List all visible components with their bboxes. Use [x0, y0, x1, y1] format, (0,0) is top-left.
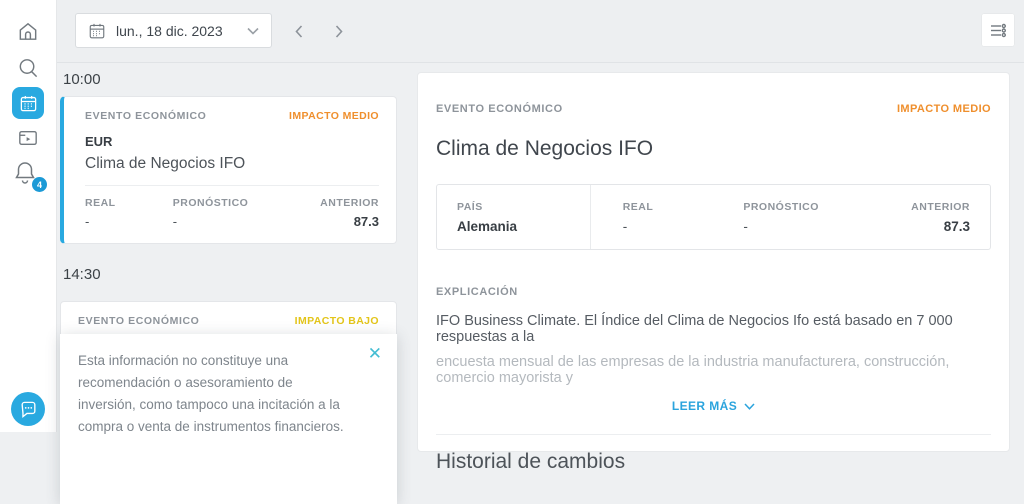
- video-icon[interactable]: [17, 128, 39, 148]
- time-group-label: 10:00: [63, 71, 101, 88]
- calendar-tab-active[interactable]: [12, 87, 44, 119]
- explanation-text-faded: encuesta mensual de las empresas de la i…: [436, 354, 950, 386]
- stat-forecast: PRONÓSTICO -: [172, 197, 249, 229]
- read-more-button[interactable]: LEER MÁS: [436, 399, 991, 413]
- detail-kicker: EVENTO ECONÓMICO: [436, 103, 563, 115]
- chevron-left-icon: [295, 24, 303, 38]
- disclaimer-text: Esta información no constituye una recom…: [78, 353, 344, 434]
- history-section-title: Historial de cambios: [436, 450, 626, 473]
- stat-previous: ANTERIOR 87.3: [320, 197, 380, 229]
- topbar: lun., 18 dic. 2023: [57, 0, 1024, 63]
- event-title: Clima de Negocios IFO: [85, 155, 246, 172]
- impact-badge: IMPACTO MEDIO: [289, 110, 379, 122]
- event-currency: EUR: [85, 134, 113, 149]
- date-picker-button[interactable]: lun., 18 dic. 2023: [75, 13, 272, 48]
- close-icon[interactable]: ✕: [368, 345, 382, 362]
- detail-title: Clima de Negocios IFO: [436, 137, 654, 160]
- table-cell-forecast: PRONÓSTICO -: [743, 200, 819, 234]
- event-kicker: EVENTO ECONÓMICO: [85, 110, 207, 122]
- explanation-text: IFO Business Climate. El Índice del Clim…: [436, 313, 953, 345]
- notifications-bell-icon[interactable]: 4: [13, 160, 47, 192]
- stat-real: REAL -: [85, 197, 116, 229]
- event-list: 10:00 EVENTO ECONÓMICO IMPACTO MEDIO EUR…: [56, 62, 417, 504]
- table-cell-real: REAL -: [622, 200, 654, 234]
- notification-badge: 4: [32, 177, 47, 192]
- search-icon[interactable]: [17, 56, 40, 79]
- event-detail-panel: EVENTO ECONÓMICO IMPACTO MEDIO Clima de …: [417, 72, 1010, 473]
- calendar-icon: [89, 23, 105, 38]
- sidebar: 4: [0, 0, 57, 432]
- time-group-label: 14:30: [63, 266, 101, 283]
- chat-icon[interactable]: [11, 392, 45, 426]
- next-day-button[interactable]: [329, 21, 349, 41]
- home-icon[interactable]: [17, 20, 40, 43]
- table-cell-country: PAÍS Alemania: [437, 185, 591, 249]
- chevron-down-icon: [744, 402, 755, 410]
- chevron-down-icon: [247, 27, 259, 35]
- detail-stats-table: PAÍS Alemania REAL - PRONÓSTICO - ANTERI…: [436, 184, 991, 250]
- divider: [85, 185, 379, 186]
- table-cell-previous: ANTERIOR 87.3: [911, 200, 970, 234]
- chevron-right-icon: [335, 24, 343, 38]
- disclaimer-popup: Esta información no constituye una recom…: [60, 334, 397, 504]
- impact-badge: IMPACTO BAJO: [294, 315, 379, 327]
- selected-date: lun., 18 dic. 2023: [116, 22, 223, 39]
- prev-day-button[interactable]: [289, 21, 309, 41]
- detail-impact-badge: IMPACTO MEDIO: [896, 103, 991, 115]
- filter-button[interactable]: [981, 13, 1015, 47]
- explanation-label: EXPLICACIÓN: [436, 286, 518, 298]
- divider: [436, 434, 991, 435]
- event-card-selected[interactable]: EVENTO ECONÓMICO IMPACTO MEDIO EUR Clima…: [60, 96, 397, 244]
- filter-icon: [990, 23, 1006, 37]
- event-kicker: EVENTO ECONÓMICO: [78, 315, 200, 327]
